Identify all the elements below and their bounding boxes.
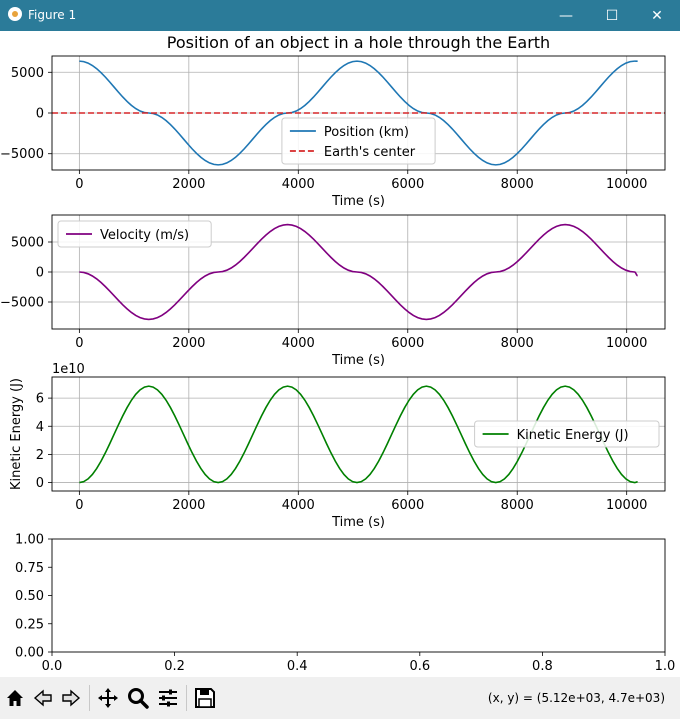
y-tick-label: 0.25 (15, 617, 44, 632)
zoom-icon[interactable] (125, 685, 151, 711)
figure-canvas[interactable]: 0 2000 4000 6000 8000 10000 5000 0 −5000 Position… (0, 31, 680, 677)
x-tick-label: 0.8 (532, 659, 553, 674)
y-tick-label: 5000 (11, 66, 44, 81)
y-axis-label: Kinetic Energy (J) (9, 378, 24, 490)
app-icon (8, 7, 22, 21)
x-tick-label: 10000 (606, 498, 647, 513)
legend: Position (km) Earth's center (281, 117, 436, 165)
legend-label: Earth's center (324, 145, 416, 160)
y-tick-label: 5000 (11, 236, 44, 251)
x-tick-label: 0 (75, 177, 83, 192)
subplot-2: 0 2000 4000 6000 8000 10000 5000 0 −5000 Time (s)… (0, 214, 666, 368)
navigation-toolbar: (x, y) = (5.12e+03, 4.7e+03) (0, 677, 680, 719)
y-tick-label: −5000 (0, 147, 44, 162)
save-icon[interactable] (192, 685, 218, 711)
x-tick-label: 0.2 (164, 659, 185, 674)
x-tick-label: 2000 (172, 177, 205, 192)
y-tick-label: 2 (36, 448, 44, 463)
y-tick-label: 6 (36, 392, 44, 407)
legend: Velocity (m/s) (57, 220, 212, 248)
x-tick-label: 0.0 (42, 659, 63, 674)
toolbar-separator (89, 685, 90, 711)
x-tick-label: 2000 (172, 336, 205, 351)
y-tick-label: 4 (36, 420, 44, 435)
x-tick-label: 8000 (501, 498, 534, 513)
x-tick-label: 8000 (501, 177, 534, 192)
legend: Kinetic Energy (J) (474, 420, 660, 448)
legend-label: Kinetic Energy (J) (517, 428, 629, 443)
forward-icon[interactable] (58, 685, 84, 711)
y-tick-label: 0.00 (15, 646, 44, 661)
minimize-button[interactable]: — (543, 0, 589, 31)
x-tick-label: 0 (75, 336, 83, 351)
y-tick-label: 0 (36, 266, 44, 281)
plot-area (52, 539, 665, 652)
maximize-button[interactable]: ☐ (589, 0, 635, 31)
x-tick-label: 10000 (606, 177, 647, 192)
x-tick-label: 2000 (172, 498, 205, 513)
legend-label: Velocity (m/s) (100, 228, 189, 243)
y-tick-label: −5000 (0, 296, 44, 311)
close-button[interactable]: ✕ (634, 0, 680, 31)
x-tick-label: 6000 (391, 336, 424, 351)
subplot-3: 0 2000 4000 6000 8000 10000 6 4 2 0 Time (s) Kineti… (9, 362, 666, 530)
chart-title: Position of an object in a hole through … (167, 33, 550, 52)
figure-svg: 0 2000 4000 6000 8000 1000050000−5000Position… (0, 33, 675, 675)
toolbar-separator (186, 685, 187, 711)
pan-icon[interactable] (95, 685, 121, 711)
subplot-1: 0 2000 4000 6000 8000 10000 5000 0 −5000 Position… (0, 33, 666, 209)
x-tick-label: 4000 (282, 177, 315, 192)
x-axis-label: Time (s) (331, 353, 385, 368)
x-tick-label: 8000 (501, 336, 534, 351)
x-tick-label: 1.0 (655, 659, 676, 674)
y-tick-label: 0 (36, 107, 44, 122)
y-tick-label: 0 (36, 476, 44, 491)
y-offset-label: 1e10 (52, 362, 85, 377)
x-axis-label: Time (s) (331, 194, 385, 209)
subplot-4: 0.0 0.2 0.4 0.6 0.8 1.0 1.00 0.75 0.50 0.25 0.00 (15, 533, 675, 675)
x-tick-label: 0.4 (287, 659, 308, 674)
x-tick-label: 6000 (391, 177, 424, 192)
back-icon[interactable] (30, 685, 56, 711)
home-icon[interactable] (2, 685, 28, 711)
x-tick-label: 4000 (282, 336, 315, 351)
x-tick-label: 0 (75, 498, 83, 513)
title-bar: Figure 1 — ☐ ✕ (0, 0, 680, 31)
x-tick-label: 6000 (391, 498, 424, 513)
y-tick-label: 1.00 (15, 533, 44, 548)
x-tick-label: 0.6 (409, 659, 430, 674)
y-tick-label: 0.75 (15, 561, 44, 576)
x-tick-label: 10000 (606, 336, 647, 351)
legend-label: Position (km) (324, 125, 409, 140)
x-tick-label: 4000 (282, 498, 315, 513)
configure-icon[interactable] (155, 685, 181, 711)
cursor-coordinates: (x, y) = (5.12e+03, 4.7e+03) (487, 691, 665, 705)
window-title: Figure 1 (28, 8, 77, 22)
x-axis-label: Time (s) (331, 515, 385, 530)
y-tick-label: 0.50 (15, 589, 44, 604)
